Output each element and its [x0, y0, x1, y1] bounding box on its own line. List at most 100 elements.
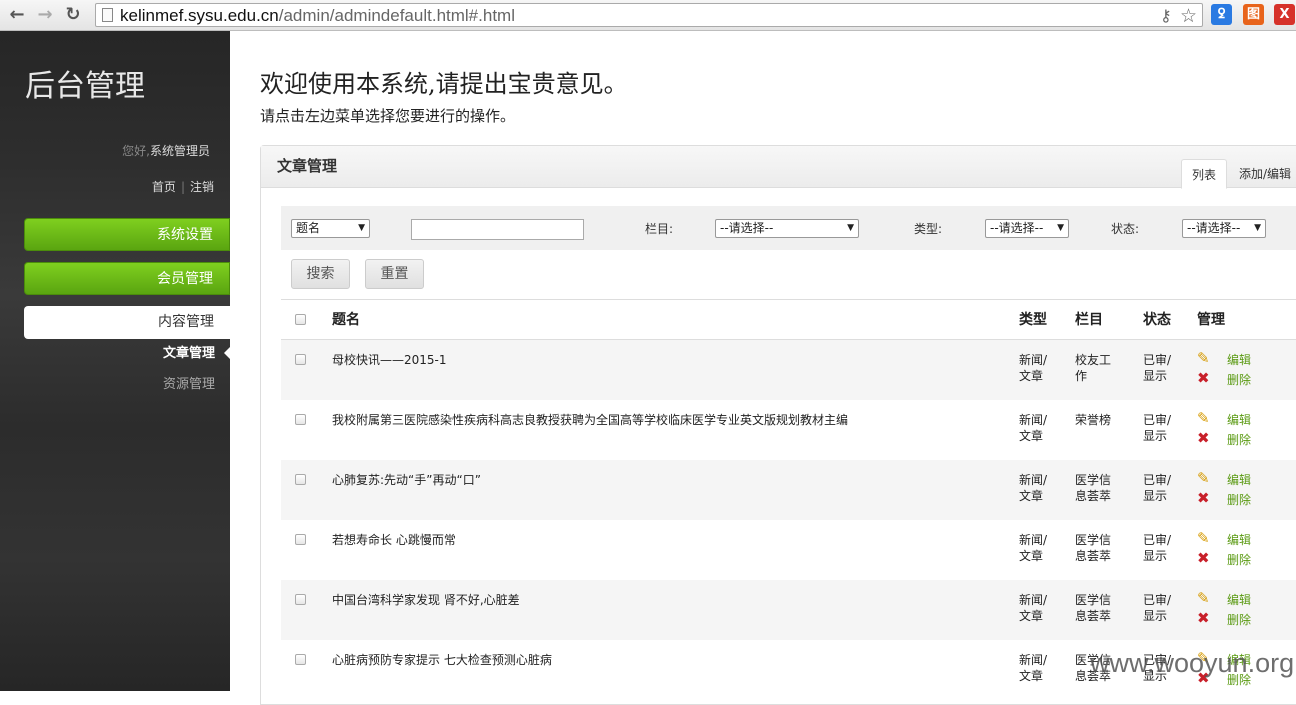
forward-icon[interactable]: → — [34, 4, 56, 26]
sidebar: 后台管理 您好,系统管理员 首页 | 注销 系统设置 会员管理 内容管理 文章管理 … — [0, 31, 230, 691]
row-title[interactable]: 我校附属第三医院感染性疾病科高志良教授获聘为全国高等学校临床医学专业英文版规划教… — [332, 412, 848, 428]
address-bar[interactable]: kelinmef.sysu.edu.cn/admin/admindefault.… — [95, 3, 1203, 27]
key-icon[interactable]: ⚷ — [1160, 6, 1172, 26]
edit-icon[interactable]: ✎ — [1197, 350, 1213, 366]
row-column: 医学信息荟萃 — [1075, 473, 1112, 503]
reset-button[interactable]: 重置 — [365, 259, 424, 289]
watermark: www.wooyun.org — [1090, 648, 1295, 678]
edit-link[interactable]: 编辑 — [1227, 472, 1251, 488]
extension-icon[interactable]: ꝿ — [1211, 4, 1232, 25]
delete-icon[interactable]: ✖ — [1197, 610, 1213, 626]
chevron-down-icon: ▼ — [847, 223, 854, 233]
back-icon[interactable]: ← — [6, 4, 28, 26]
delete-icon[interactable]: ✖ — [1197, 370, 1213, 386]
edit-icon[interactable]: ✎ — [1197, 410, 1213, 426]
top-links: 首页 | 注销 — [151, 180, 214, 194]
type-select[interactable]: --请选择-- ▼ — [985, 219, 1069, 238]
status-select-value: --请选择-- — [1187, 221, 1241, 235]
greeting-text: 您好, — [122, 144, 150, 158]
select-all-checkbox[interactable] — [295, 314, 306, 325]
edit-icon[interactable]: ✎ — [1197, 590, 1213, 606]
field-select-value: 题名 — [296, 221, 321, 235]
status-select[interactable]: --请选择-- ▼ — [1182, 219, 1266, 238]
edit-link[interactable]: 编辑 — [1227, 592, 1251, 608]
page-icon — [102, 8, 113, 22]
row-status: 已审/显示 — [1143, 533, 1172, 563]
row-type: 新闻/文章 — [1019, 533, 1048, 563]
bookmark-star-icon[interactable]: ☆ — [1180, 6, 1197, 26]
tab-list[interactable]: 列表 — [1181, 159, 1227, 189]
row-checkbox[interactable] — [295, 654, 306, 665]
delete-icon[interactable]: ✖ — [1197, 490, 1213, 506]
submenu-article-management[interactable]: 文章管理 — [163, 345, 215, 363]
search-input[interactable] — [411, 219, 584, 240]
header-type: 类型 — [1019, 312, 1047, 328]
username: 系统管理员 — [149, 144, 210, 158]
delete-link[interactable]: 删除 — [1227, 612, 1251, 628]
article-table: 题名 类型 栏目 状态 管理 母校快讯——2015-1 新闻/文章 校友工作 已审/显… — [281, 299, 1296, 700]
row-title[interactable]: 中国台湾科学家发现 肾不好,心脏差 — [332, 592, 520, 608]
menu-system-settings[interactable]: 系统设置 — [24, 218, 230, 251]
row-title[interactable]: 母校快讯——2015-1 — [332, 352, 447, 368]
logout-link[interactable]: 注销 — [190, 180, 214, 194]
extension-icon[interactable]: 图 — [1243, 4, 1264, 25]
edit-link[interactable]: 编辑 — [1227, 532, 1251, 548]
home-link[interactable]: 首页 — [152, 180, 176, 194]
welcome-heading: 欢迎使用本系统,请提出宝贵意见。 — [260, 70, 628, 98]
delete-link[interactable]: 删除 — [1227, 432, 1251, 448]
extension-icon[interactable]: X — [1274, 4, 1295, 25]
column-select[interactable]: --请选择-- ▼ — [715, 219, 859, 238]
header-title: 题名 — [332, 312, 360, 328]
row-type: 新闻/文章 — [1019, 653, 1048, 683]
row-type: 新闻/文章 — [1019, 593, 1048, 623]
type-select-value: --请选择-- — [990, 221, 1044, 235]
delete-link[interactable]: 删除 — [1227, 492, 1251, 508]
row-column: 医学信息荟萃 — [1075, 593, 1112, 623]
row-column: 校友工作 — [1075, 353, 1112, 383]
delete-icon[interactable]: ✖ — [1197, 430, 1213, 446]
row-type: 新闻/文章 — [1019, 353, 1048, 383]
row-checkbox[interactable] — [295, 594, 306, 605]
chevron-down-icon: ▼ — [1254, 223, 1261, 233]
search-button[interactable]: 搜索 — [291, 259, 350, 289]
column-select-value: --请选择-- — [720, 221, 774, 235]
table-row: 我校附属第三医院感染性疾病科高志良教授获聘为全国高等学校临床医学专业英文版规划教… — [281, 400, 1296, 460]
field-select[interactable]: 题名 ▼ — [291, 219, 370, 238]
delete-icon[interactable]: ✖ — [1197, 550, 1213, 566]
browser-toolbar: ← → ↻ kelinmef.sysu.edu.cn/admin/adminde… — [0, 0, 1296, 31]
edit-icon[interactable]: ✎ — [1197, 470, 1213, 486]
user-greeting: 您好,系统管理员 — [122, 143, 210, 159]
row-title[interactable]: 心脏病预防专家提示 七大检查预测心脏病 — [332, 652, 552, 668]
row-checkbox[interactable] — [295, 474, 306, 485]
tab-add-edit[interactable]: 添加/编辑 — [1233, 159, 1296, 189]
chevron-down-icon: ▼ — [358, 223, 365, 233]
menu-content-management[interactable]: 内容管理 — [24, 306, 230, 339]
edit-link[interactable]: 编辑 — [1227, 412, 1251, 428]
type-label: 类型: — [914, 222, 943, 236]
header-status: 状态 — [1143, 312, 1171, 328]
row-title[interactable]: 心肺复苏:先动“手”再动“口” — [332, 472, 481, 488]
row-checkbox[interactable] — [295, 534, 306, 545]
row-status: 已审/显示 — [1143, 473, 1172, 503]
row-title[interactable]: 若想寿命长 心跳慢而常 — [332, 532, 456, 548]
delete-link[interactable]: 删除 — [1227, 552, 1251, 568]
row-column: 医学信息荟萃 — [1075, 533, 1112, 563]
edit-icon[interactable]: ✎ — [1197, 530, 1213, 546]
chevron-down-icon: ▼ — [1057, 223, 1064, 233]
row-checkbox[interactable] — [295, 414, 306, 425]
table-row: 若想寿命长 心跳慢而常 新闻/文章 医学信息荟萃 已审/显示 ✎ 编辑 ✖ 删除 — [281, 520, 1296, 580]
header-column: 栏目 — [1075, 312, 1103, 328]
filter-bar: 题名 ▼ 栏目: --请选择-- ▼ 类型: --请选择-- ▼ 状态: --请选择-… — [281, 206, 1296, 250]
submenu-resource-management[interactable]: 资源管理 — [163, 376, 215, 394]
delete-link[interactable]: 删除 — [1227, 372, 1251, 388]
row-checkbox[interactable] — [295, 354, 306, 365]
row-column: 荣誉榜 — [1075, 413, 1112, 427]
panel-title: 文章管理 — [277, 157, 338, 175]
table-row: 中国台湾科学家发现 肾不好,心脏差 新闻/文章 医学信息荟萃 已审/显示 ✎ 编辑 ✖ 删除 — [281, 580, 1296, 640]
edit-link[interactable]: 编辑 — [1227, 352, 1251, 368]
menu-member-management[interactable]: 会员管理 — [24, 262, 230, 295]
reload-icon[interactable]: ↻ — [62, 4, 84, 26]
header-manage: 管理 — [1197, 312, 1225, 328]
url-text[interactable]: kelinmef.sysu.edu.cn/admin/admindefault.… — [120, 6, 515, 26]
status-label: 状态: — [1111, 222, 1140, 236]
